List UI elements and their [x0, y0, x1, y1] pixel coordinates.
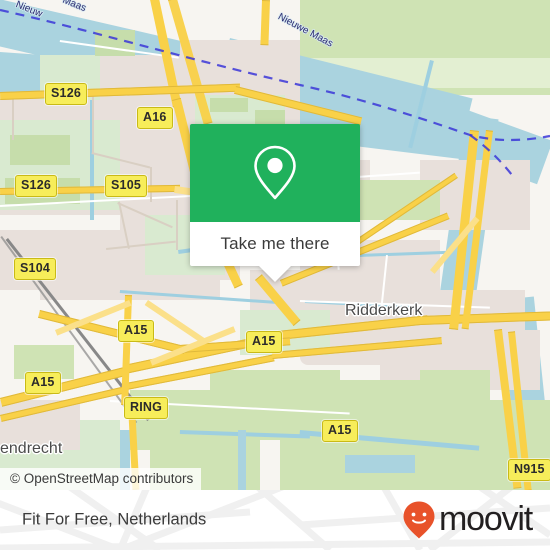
place-label-ridderkerk: Ridderkerk	[345, 302, 423, 319]
road-shield-a16[interactable]: A16	[137, 107, 173, 129]
road-shield-s126[interactable]: S126	[45, 83, 87, 105]
callout-tail	[259, 266, 291, 282]
water-label-nieuwe-maas-3: Maas	[60, 0, 88, 15]
road-shield-a15-4[interactable]: A15	[322, 420, 358, 442]
road-shield-a15-2[interactable]: A15	[246, 331, 282, 353]
road-shield-s126-2[interactable]: S126	[15, 175, 57, 197]
footer-bar: Fit For Free, Netherlands moovit	[0, 490, 550, 550]
location-callout[interactable]: Take me there	[190, 124, 360, 282]
moovit-map-screenshot: Nieuwe Maas Nieuw Maas Ridderkerk endrec…	[0, 0, 550, 550]
map-canvas[interactable]: Nieuwe Maas Nieuw Maas Ridderkerk endrec…	[0, 0, 550, 490]
road-shield-a15-3[interactable]: A15	[25, 372, 61, 394]
road-shield-ring[interactable]: RING	[124, 397, 169, 419]
place-label-barendrecht: endrecht	[0, 440, 63, 457]
callout-header	[190, 124, 360, 222]
take-me-there-button[interactable]: Take me there	[190, 222, 360, 266]
moovit-pin-icon	[403, 501, 435, 539]
road-shield-n915[interactable]: N915	[508, 459, 550, 481]
osm-attribution[interactable]: © OpenStreetMap contributors	[0, 468, 202, 490]
moovit-wordmark: moovit	[439, 500, 533, 538]
water-label-nieuwe-maas-2: Nieuw	[13, 0, 44, 20]
road-shield-a15-1[interactable]: A15	[118, 320, 154, 342]
page-title: Fit For Free, Netherlands	[22, 510, 207, 529]
moovit-brand[interactable]: moovit	[402, 500, 533, 540]
map-pin-icon	[254, 145, 296, 200]
road-shield-s105[interactable]: S105	[105, 175, 147, 197]
road-shield-s104[interactable]: S104	[14, 258, 56, 280]
water-label-nieuwe-maas: Nieuwe Maas	[275, 11, 335, 50]
